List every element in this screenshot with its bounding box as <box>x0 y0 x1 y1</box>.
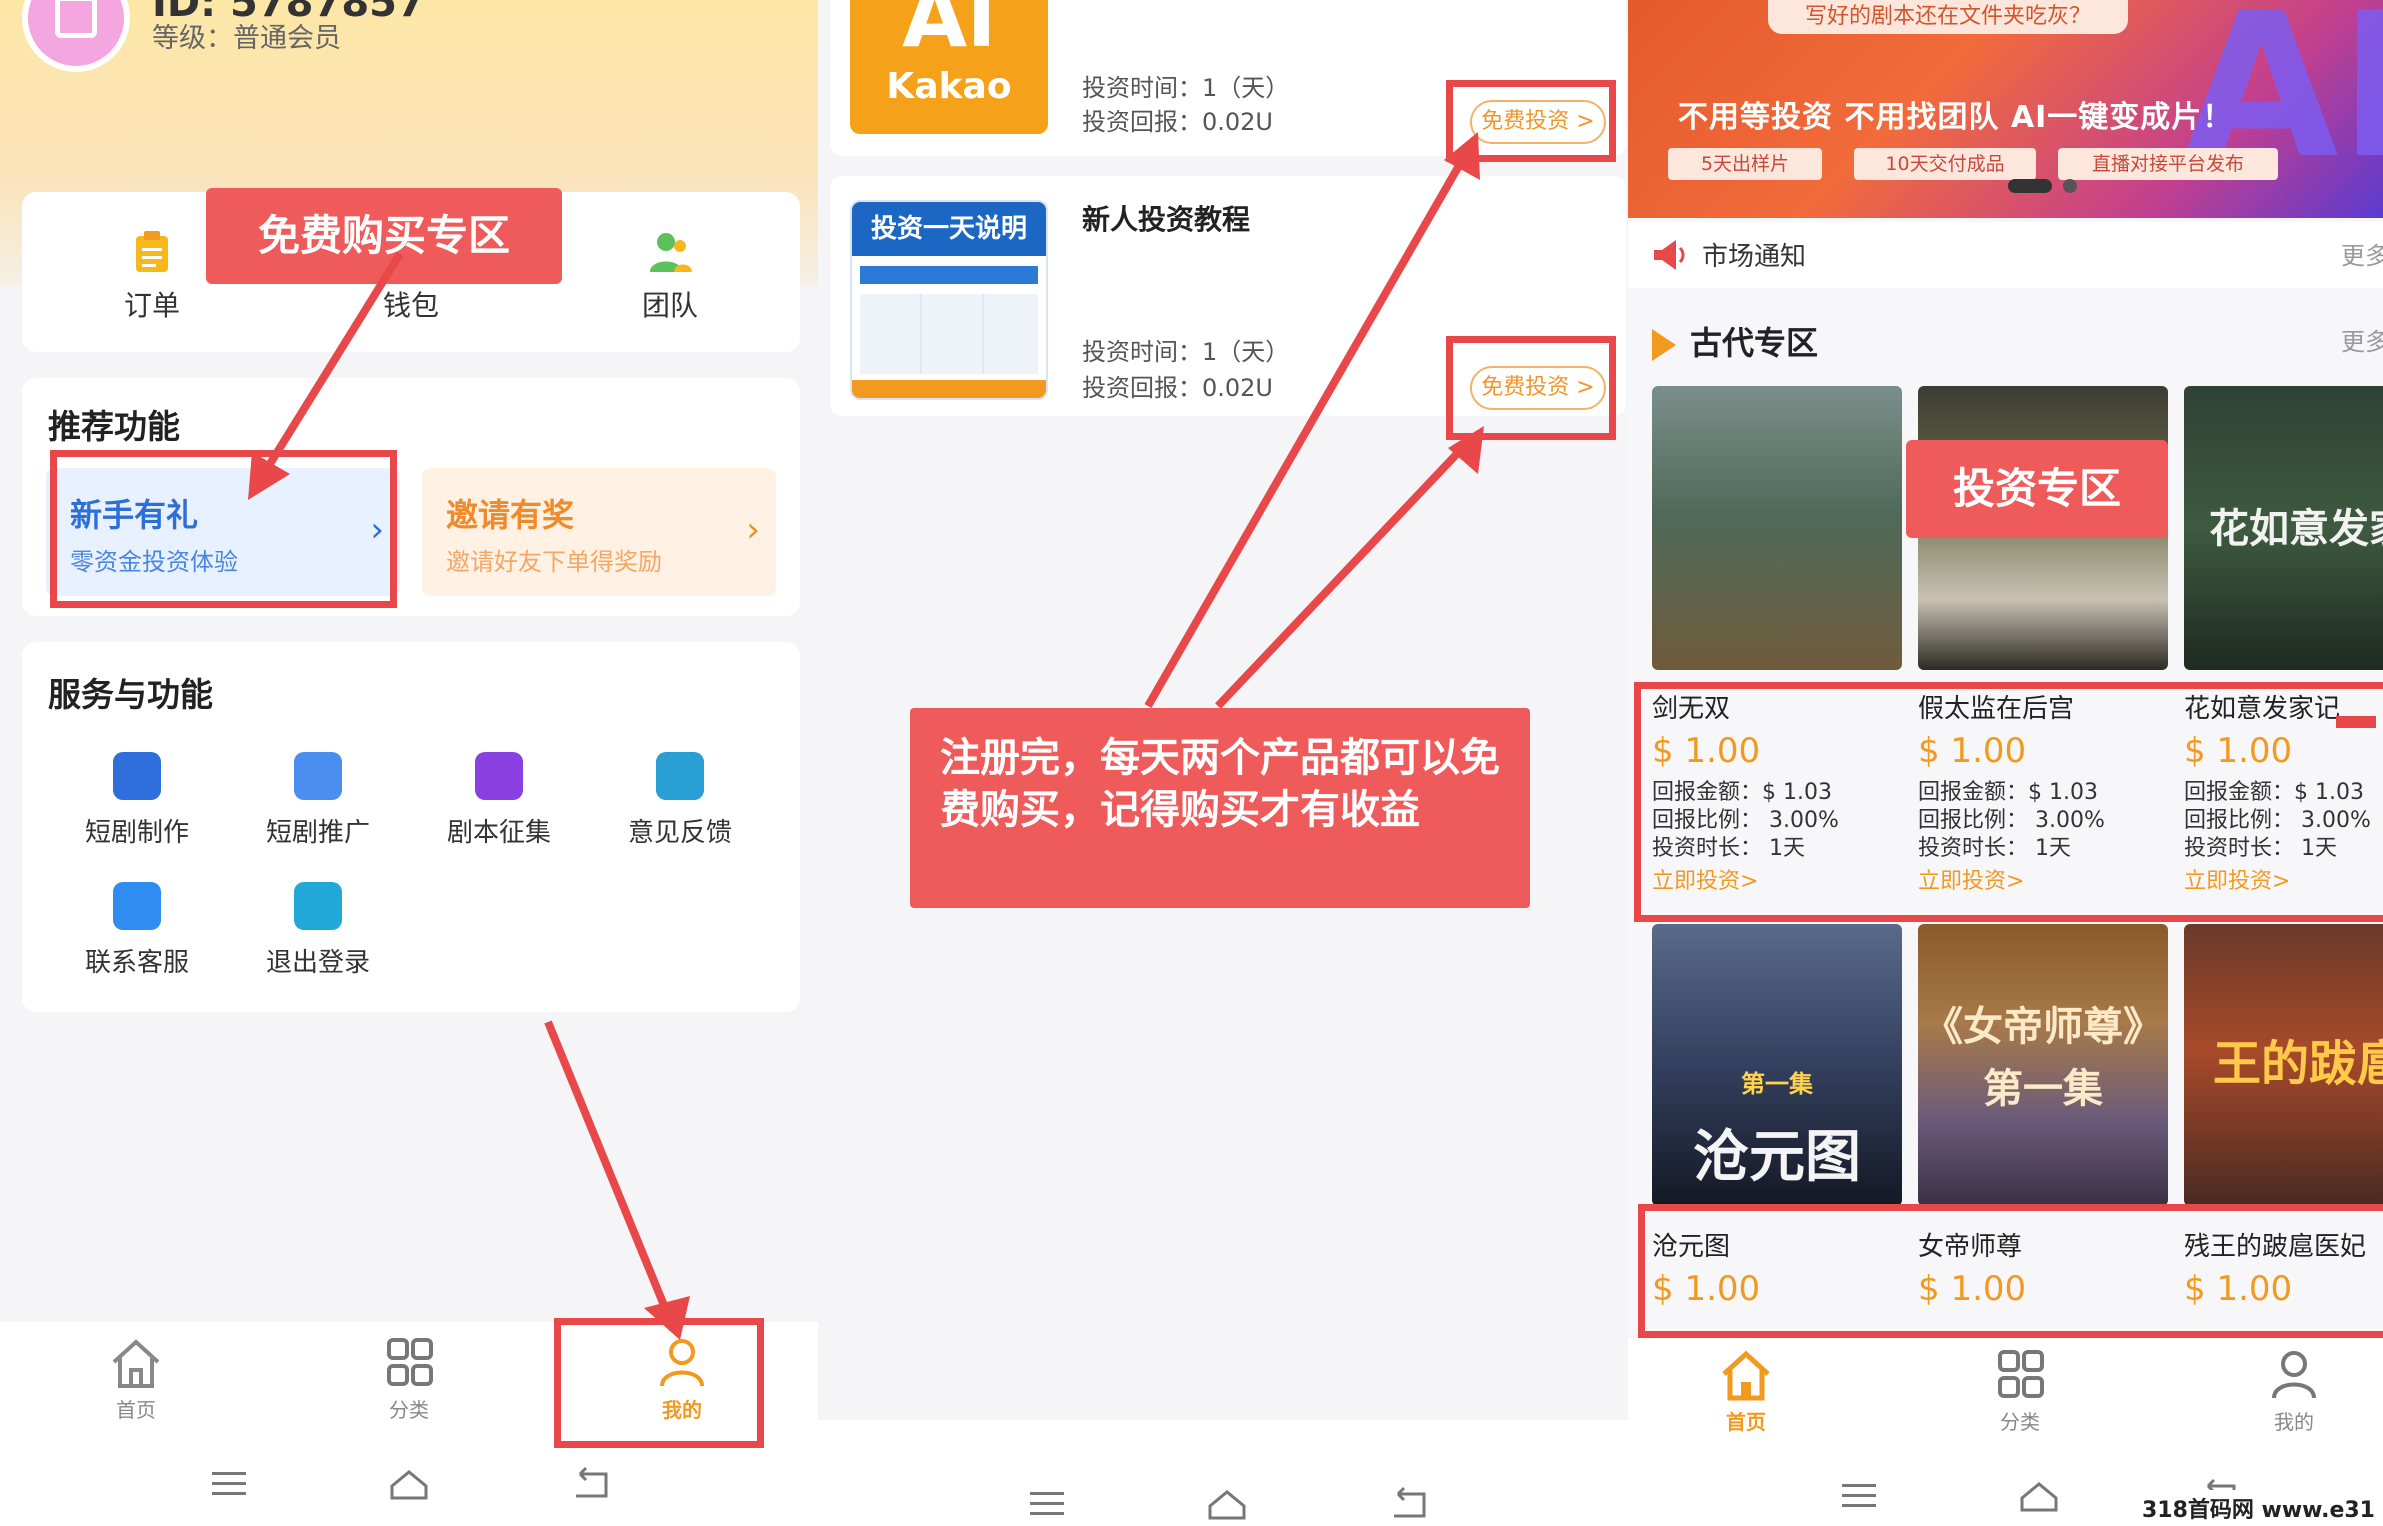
investment-list-screen: Ai Kakao 投资时间：1（天） 投资回报：0.02U 免费投资 > 投资一… <box>818 0 1628 1526</box>
tab-label: 我的 <box>2274 1410 2314 1434</box>
annotation-arrows <box>1144 132 1484 709</box>
annotation-arrows <box>248 251 690 1340</box>
poster-title: 沧元图 <box>1693 1124 1861 1190</box>
notice-more-link[interactable]: 更多 <box>2341 236 2383 271</box>
watermark: 318首码网 www.e31 <box>2133 1490 2383 1526</box>
zone-more-link[interactable]: 更多 <box>2341 322 2383 357</box>
tab-label: 首页 <box>1726 1410 1766 1434</box>
user-icon <box>2264 1348 2324 1402</box>
home-icon <box>1716 1348 1776 1402</box>
drama-poster[interactable]: 王的跋扈 <box>2184 924 2383 1206</box>
drama-poster[interactable]: 《女帝师尊》 第一集 <box>1918 924 2168 1206</box>
poster-episode: 第一集 <box>1983 1065 2103 1112</box>
megaphone-icon <box>1654 240 1685 270</box>
poster-episode: 第一集 <box>1741 1070 1813 1098</box>
tab-label: 分类 <box>2000 1410 2040 1434</box>
carousel-dots[interactable] <box>2008 178 2078 197</box>
home-nav-icon[interactable] <box>2014 1476 2064 1516</box>
home-screen: AI 写好的剧本还在文件夹吃灰？ 不用等投资 不用找团队 AI一键变成片！ 5天… <box>1628 0 2383 1526</box>
zone-title: 古代专区 <box>1652 318 1818 364</box>
drama-poster[interactable]: 第一集 沧元图 <box>1652 924 1902 1206</box>
banner-pill: 10天交付成品 <box>1854 148 2036 180</box>
annotation-box-row1 <box>1634 682 2383 922</box>
grid-icon <box>1990 1348 2050 1402</box>
banner-pill: 5天出样片 <box>1668 148 1822 180</box>
profile-screen: ID: 5787857 等级：普通会员 订单 钱包 团队 推荐功能 新手有礼 零… <box>0 0 818 1526</box>
banner-tagline: 写好的剧本还在文件夹吃灰？ <box>1768 0 2128 34</box>
bottom-tabbar: 首页 分类 我的 <box>1628 1338 2383 1448</box>
notice-label: 市场通知 <box>1702 242 1807 272</box>
tab-category[interactable]: 分类 <box>1940 1348 2100 1435</box>
drama-poster[interactable]: 花如意发家 <box>2184 386 2383 670</box>
tab-home[interactable]: 首页 <box>1666 1348 1826 1435</box>
annotation-box-row2 <box>1638 1204 2383 1338</box>
promo-banner[interactable]: AI 写好的剧本还在文件夹吃灰？ 不用等投资 不用找团队 AI一键变成片！ 5天… <box>1628 0 2383 218</box>
zone-title-text: 古代专区 <box>1690 324 1819 362</box>
banner-headline: 不用等投资 不用找团队 AI一键变成片！ <box>1678 100 2234 135</box>
tab-mine[interactable]: 我的 <box>2214 1348 2374 1435</box>
poster-title: 《女帝师尊》 <box>1923 1003 2163 1050</box>
banner-pill: 直播对接平台发布 <box>2058 148 2278 180</box>
annotation-marker <box>2336 716 2376 728</box>
menu-icon[interactable] <box>1834 1476 1884 1516</box>
poster-title: 王的跋扈 <box>2212 1036 2383 1092</box>
drama-poster[interactable] <box>1652 386 1902 670</box>
market-notice-bar[interactable]: 市场通知 更多 <box>1628 222 2383 288</box>
annotation-invest-zone-label: 投资专区 <box>1906 440 2168 538</box>
poster-title: 花如意发家 <box>2209 505 2383 552</box>
triangle-icon <box>1652 329 1676 361</box>
